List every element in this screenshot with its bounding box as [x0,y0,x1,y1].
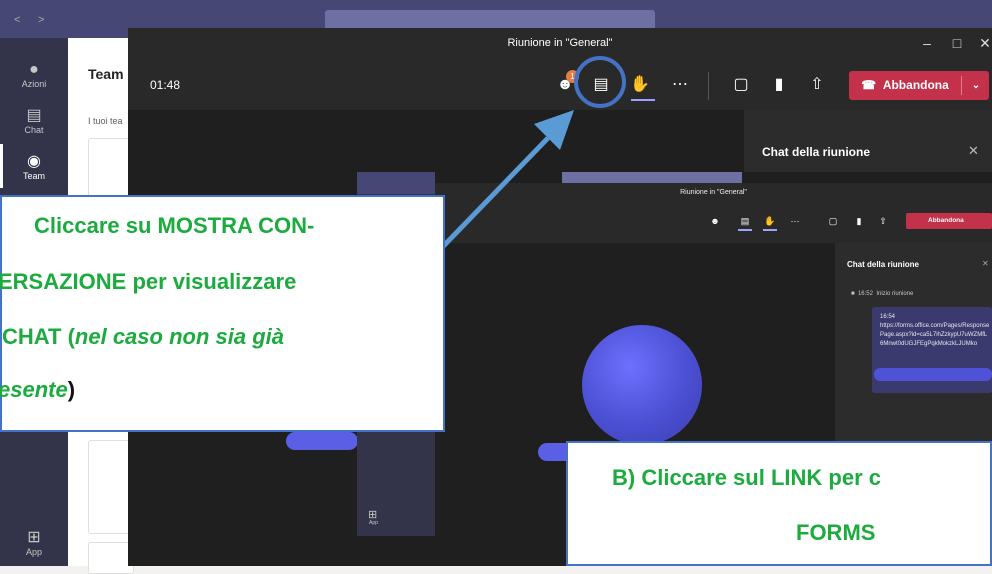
callout-a-line4-end: ) [67,377,76,402]
share-screen-icon: ⇧ [879,216,887,226]
avatar-shape [286,432,358,450]
show-conversation-icon: ▤ [740,216,750,226]
inner-rail-top [357,172,435,194]
callout-a-line2: ERSAZIONE per visualizzare [0,269,297,294]
toolbar-divider [708,72,709,100]
meeting-timer: 01:48 [150,78,181,92]
raise-hand-icon[interactable]: ✋ [627,72,653,98]
callout-a-line1: Cliccare su MOSTRA CON- [34,213,315,238]
inner-rail-app-label: App [369,520,378,526]
microphone-icon[interactable]: ▮ [766,72,792,98]
more-options-icon: ⋯ [790,216,800,226]
close-icon[interactable]: ✕ [970,28,992,58]
callout-a-line3: CHAT (nel caso non sia già [2,324,447,350]
close-icon: ✕ [982,259,989,268]
chat-message: 16:54 https://forms.office.com/Pages/Res… [880,313,990,356]
event-text: Inizio riunione [876,291,914,297]
leave-button[interactable]: ☎ Abbandona ⌄ [849,71,989,100]
forward-arrow-icon[interactable]: > [38,14,44,26]
raise-hand-underline [631,99,655,101]
meeting-start-event: ■ 16:52 Inizio riunione [851,291,913,297]
inner-leave-button: Abbandona [906,213,992,229]
message-time: 16:54 [880,314,896,320]
camera-off-icon: ▢ [828,216,838,226]
rail-item-team[interactable]: ◉ Team [0,140,68,194]
inner-window-title: Riunione in "General" [435,183,992,203]
instruction-callout-b: B) Cliccare sul LINK per c FORMS [566,441,992,566]
callout-a-line3-italic: nel caso non sia già [74,324,284,349]
maximize-icon[interactable]: □ [942,28,972,58]
inner-leave-label: Abbandona [928,217,964,224]
leave-divider [961,76,962,95]
raise-hand-underline [763,229,777,231]
conversation-underline [738,229,752,231]
bell-icon: ● [29,61,39,78]
forms-link[interactable]: https://forms.office.com/Pages/ResponseP… [880,322,990,356]
panel-subtitle: I tuoi tea [88,116,123,126]
callout-a-line4: esente) [0,377,443,403]
avatar-sphere [582,325,702,445]
rail-item-apps[interactable]: ⊞ App [0,516,68,570]
event-time: 16:52 [857,291,873,297]
more-options-icon[interactable]: ⋯ [667,72,693,98]
panel-title: Team [88,66,124,82]
highlight-circle [574,56,626,108]
callout-a-line3-bold: CHAT ( [2,324,75,349]
phone-hangup-icon: ☎ [861,78,877,92]
minimize-icon[interactable]: – [912,28,942,58]
leave-label: Abbandona [882,78,949,92]
team-icon: ◉ [27,153,41,170]
message-highlight [874,368,992,381]
rail-item-label: App [25,547,42,557]
callout-b-line2: FORMS [796,520,876,545]
inner-search-box [562,172,742,183]
apps-icon: ⊞ [27,529,41,546]
callout-a-line4-italic: esente [0,377,68,402]
video-icon: ■ [851,291,855,297]
camera-off-icon[interactable]: ▢ [728,72,754,98]
callout-b-line1: B) Cliccare sul LINK per c [612,465,881,490]
rail-item-label: Chat [24,125,44,135]
rail-item-label: Azioni [21,79,47,89]
instruction-callout-a: Cliccare su MOSTRA CON- ERSAZIONE per vi… [0,195,445,432]
chevron-down-icon[interactable]: ⌄ [965,71,987,100]
inner-chat-title: Chat della riunione [847,260,920,269]
share-screen-icon[interactable]: ⇧ [804,72,830,98]
microphone-icon: ▮ [856,216,862,226]
chat-icon: ▤ [26,107,42,124]
chat-close-icon[interactable]: ✕ [968,143,979,159]
back-arrow-icon[interactable]: < [14,14,20,26]
chat-panel-title: Chat della riunione [762,145,871,159]
rail-item-label: Team [22,171,45,181]
participants-icon: ☻ [710,216,720,226]
meeting-window-title: Riunione in "General" [128,28,992,58]
raise-hand-icon: ✋ [764,216,776,226]
